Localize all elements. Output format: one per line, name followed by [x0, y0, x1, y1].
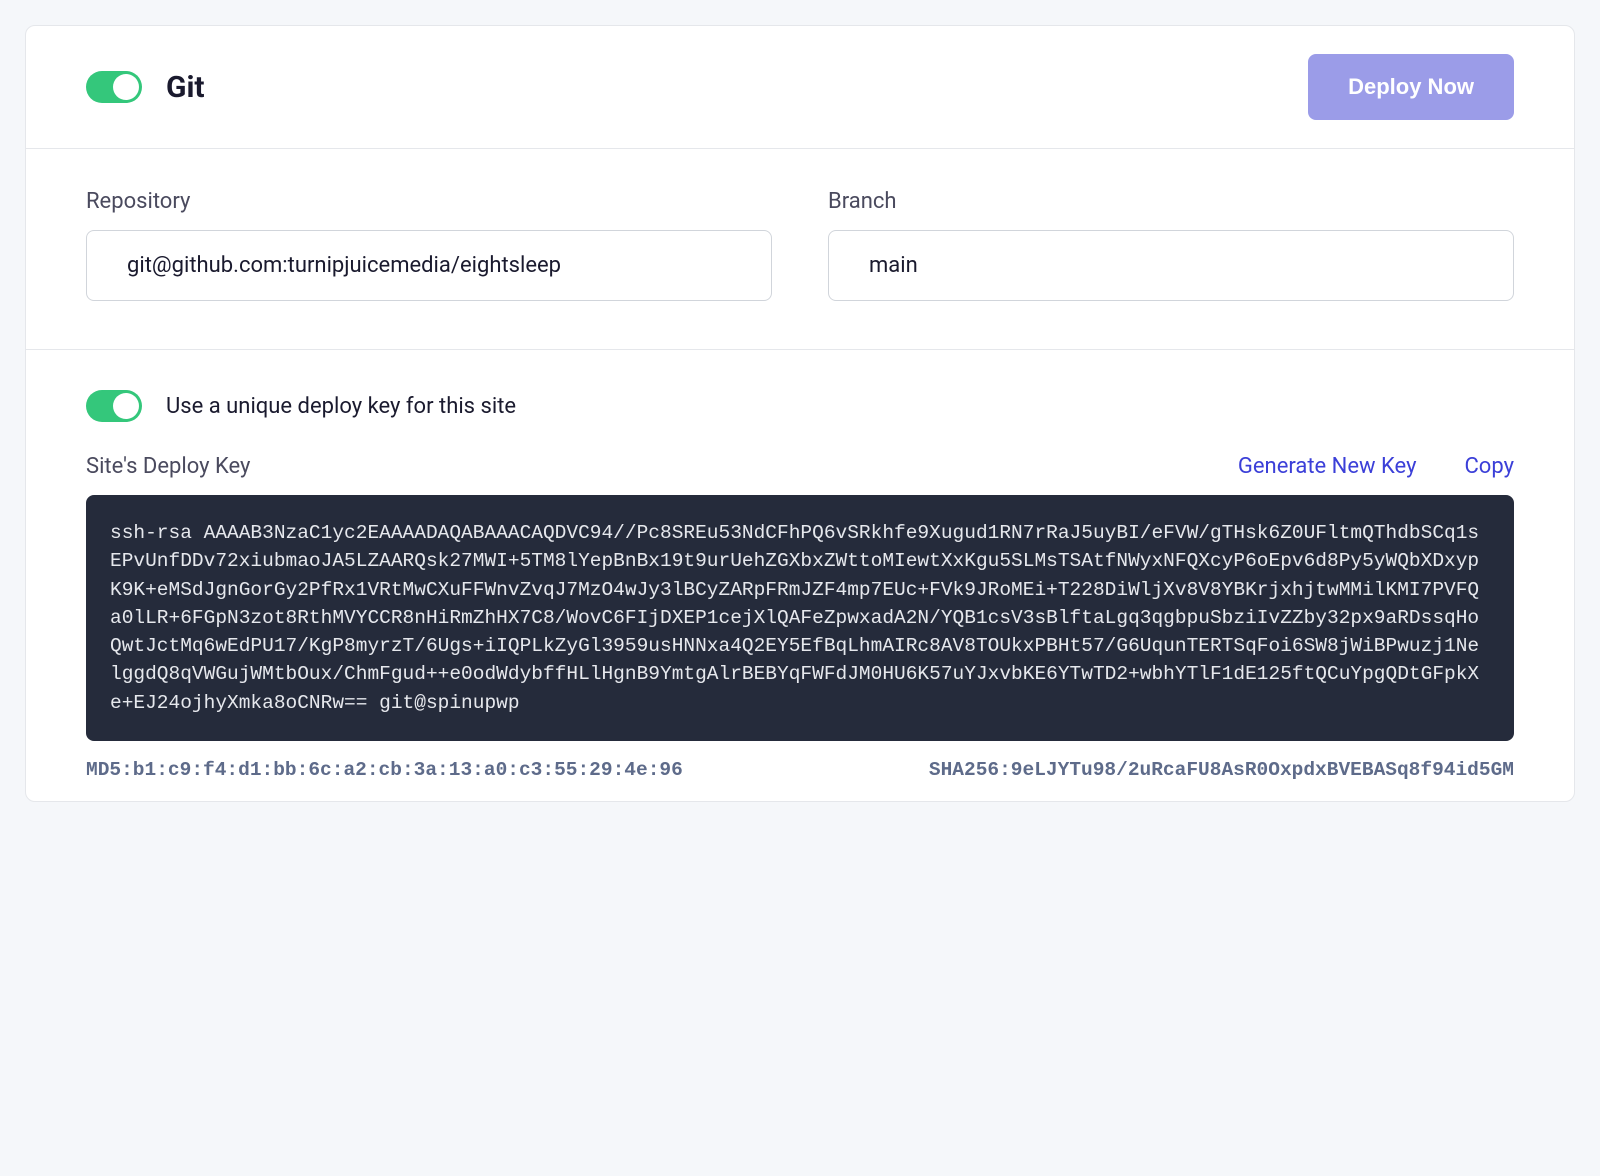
unique-key-row: Use a unique deploy key for this site: [86, 390, 1514, 422]
deploy-key-value[interactable]: ssh-rsa AAAAB3NzaC1yc2EAAAADAQABAAACAQDV…: [86, 495, 1514, 741]
branch-input[interactable]: [828, 230, 1514, 301]
unique-key-toggle[interactable]: [86, 390, 142, 422]
deploy-key-label: Site's Deploy Key: [86, 454, 250, 479]
repo-settings-section: Repository Branch: [26, 149, 1574, 350]
deploy-now-button[interactable]: Deploy Now: [1308, 54, 1514, 120]
git-settings-card: Git Deploy Now Repository Branch Use a u…: [25, 25, 1575, 802]
toggle-knob: [113, 393, 139, 419]
deploy-key-section: Use a unique deploy key for this site Si…: [26, 350, 1574, 801]
toggle-knob: [113, 74, 139, 100]
card-title: Git: [166, 70, 205, 105]
key-header: Site's Deploy Key Generate New Key Copy: [86, 454, 1514, 479]
branch-group: Branch: [828, 189, 1514, 301]
copy-button[interactable]: Copy: [1464, 454, 1514, 479]
header-left: Git: [86, 70, 205, 105]
repository-label: Repository: [86, 189, 772, 214]
repository-input[interactable]: [86, 230, 772, 301]
repository-group: Repository: [86, 189, 772, 301]
branch-label: Branch: [828, 189, 1514, 214]
git-toggle[interactable]: [86, 71, 142, 103]
key-actions: Generate New Key Copy: [1238, 454, 1514, 479]
generate-new-key-button[interactable]: Generate New Key: [1238, 454, 1417, 479]
fingerprints-row: MD5:b1:c9:f4:d1:bb:6c:a2:cb:3a:13:a0:c3:…: [86, 759, 1514, 781]
sha256-fingerprint: SHA256:9eLJYTu98/2uRcaFU8AsR0OxpdxBVEBAS…: [929, 759, 1514, 781]
md5-fingerprint: MD5:b1:c9:f4:d1:bb:6c:a2:cb:3a:13:a0:c3:…: [86, 759, 683, 781]
form-row: Repository Branch: [86, 189, 1514, 301]
unique-key-label: Use a unique deploy key for this site: [166, 394, 516, 419]
card-header: Git Deploy Now: [26, 26, 1574, 149]
